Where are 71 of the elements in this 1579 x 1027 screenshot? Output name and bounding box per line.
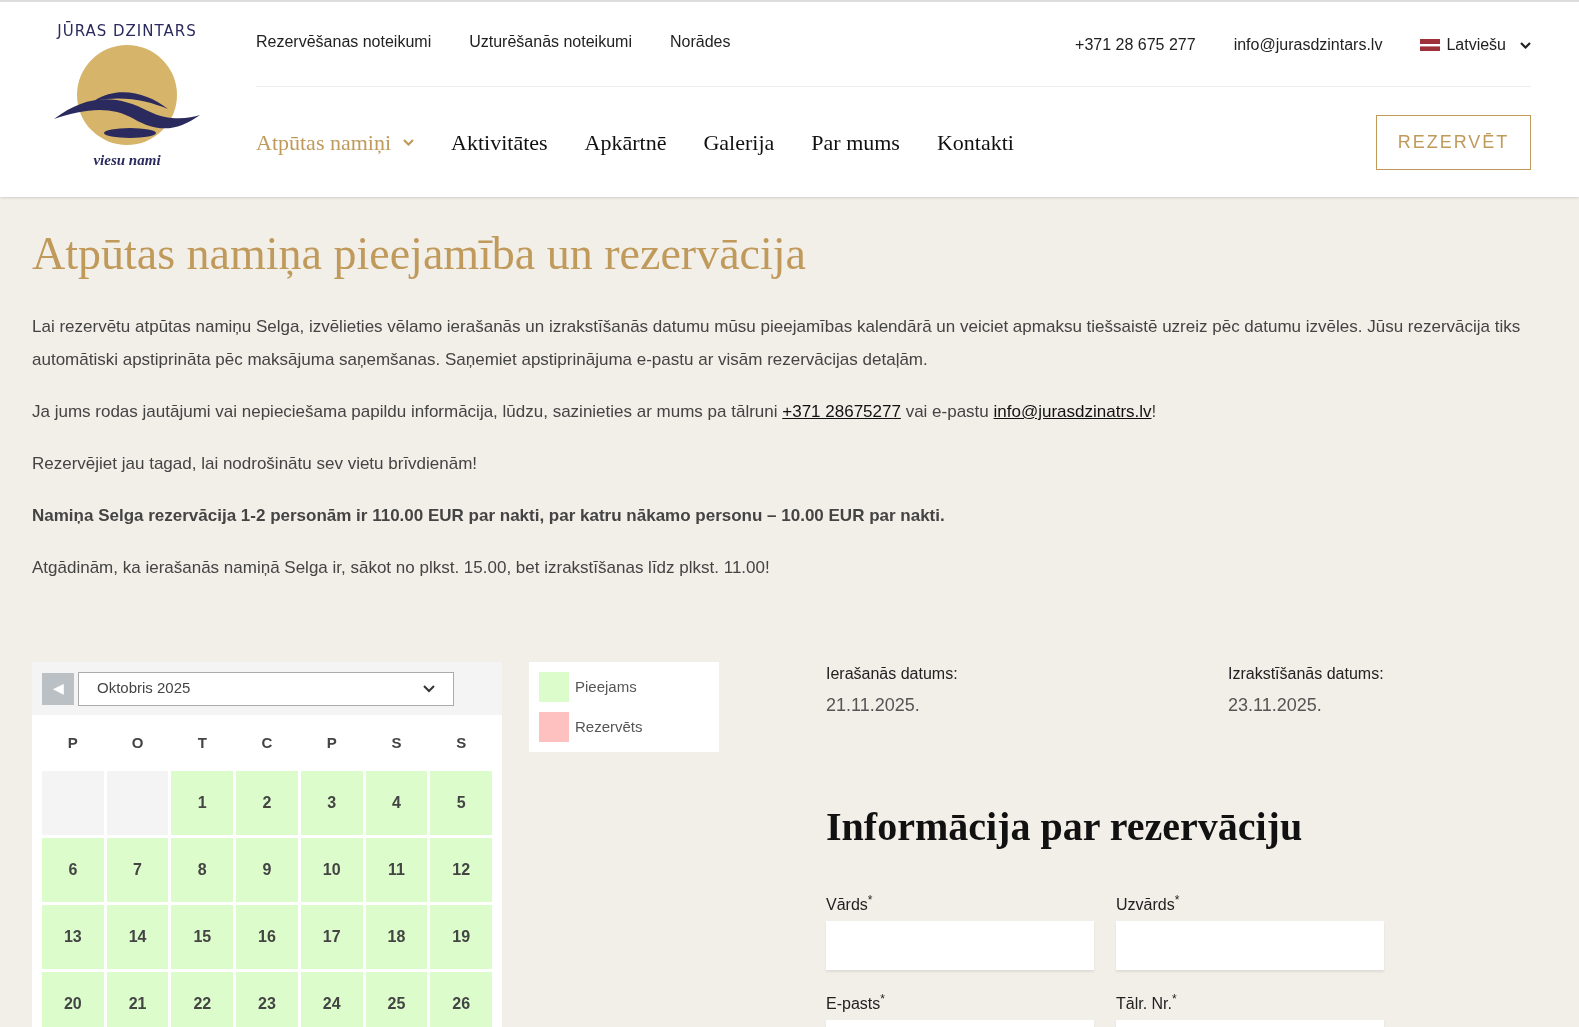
day-cell[interactable]: 22 [171, 972, 234, 1027]
link[interactable]: +371 28675277 [782, 402, 901, 421]
field-label: Uzvārds$^{*}$ [1116, 893, 1181, 915]
day-cell[interactable]: 6 [42, 838, 104, 902]
paragraph: Atgādinām, ka ierašanās namiņā Selga ir, sākot no plkst. 15.00, bet izrakstīšanas līdz plkst. 11.00! [32, 557, 771, 579]
email-link[interactable]: info@jurasdzintars.lv [1233, 33, 1383, 57]
day-cell[interactable]: 14 [106, 905, 169, 969]
day-cell[interactable]: 2 [236, 771, 298, 835]
flag-icon [1420, 39, 1441, 51]
month-select[interactable]: Oktobris 2025 [78, 671, 454, 706]
page-title: Atpūtas namiņa pieejamība un rezervācija [32, 227, 807, 281]
day-cell[interactable]: 10 [300, 838, 363, 902]
day-cell[interactable]: 7 [106, 838, 169, 902]
date-label: Izrakstīšanās datums: [1228, 664, 1385, 684]
day-cell[interactable]: 24 [300, 972, 363, 1027]
day-cell[interactable]: 18 [365, 905, 428, 969]
weekday-label: S [390, 732, 403, 753]
day-cell[interactable]: 13 [42, 905, 104, 969]
day-cell[interactable]: 5 [430, 771, 492, 835]
field-label: E-pasts$^{*}$ [826, 992, 886, 1014]
day-cell[interactable]: 20 [42, 972, 104, 1027]
link[interactable]: info@jurasdzinatrs.lv [993, 402, 1152, 421]
weekday-label: C [260, 732, 274, 753]
field-label: Tālr. Nr.$^{*}$ [1116, 992, 1178, 1014]
nav-link[interactable]: Par mums [811, 125, 900, 159]
weekday-label: P [66, 732, 79, 753]
day-cell[interactable]: 12 [430, 838, 492, 902]
text-input-field[interactable] [826, 921, 1094, 970]
logo-subtitle: viesu nami [93, 150, 161, 170]
day-cell[interactable]: 11 [365, 838, 428, 902]
day-cell[interactable]: 26 [430, 972, 492, 1027]
nav-link[interactable]: Aktivitātes [451, 125, 548, 159]
top-link[interactable]: Rezervēšanas noteikumi [256, 30, 432, 54]
language-selector[interactable]: Latviešu [1420, 33, 1531, 57]
day-cell[interactable]: 3 [300, 771, 363, 835]
day-cell[interactable]: 9 [236, 838, 298, 902]
chevron-down-icon [423, 684, 435, 693]
legend-label: Pieejams [575, 676, 637, 697]
weekday-label: O [130, 732, 145, 753]
paragraph: Rezervējiet jau tagad, lai nodrošinātu sev vietu brīvdienām! [32, 453, 479, 475]
paragraph: Namiņa Selga rezervācija 1-2 personām ir 110.00 EUR par nakti, par katru nākamo personu – 10.00 EUR par nakti. [32, 505, 946, 527]
day-cell[interactable]: 16 [236, 905, 298, 969]
date-value: 23.11.2025. [1228, 694, 1323, 717]
date-label: Ierašanās datums: [826, 664, 959, 684]
legend-label: Rezervēts [575, 716, 643, 737]
top-link[interactable]: Uzturēšanās noteikumi [469, 30, 632, 54]
chevron-down-icon [1520, 41, 1531, 49]
weekday-label: S [455, 732, 468, 753]
day-cell[interactable]: 1 [171, 771, 234, 835]
phone-link[interactable]: +371 28 675 277 [1075, 33, 1196, 57]
weekday-label: P [325, 732, 338, 753]
day-cell[interactable]: 15 [171, 905, 234, 969]
nav-link[interactable]: Kontakti [936, 125, 1014, 159]
paragraph: Ja jums rodas jautājumi vai nepieciešama papildu informācija, lūdzu, sazinieties ar mums pa tālruni +371 28675277 vai e-pastu info@jurasdzinatrs.lv! [32, 401, 1158, 423]
logo-title: JŪRAS DZINTARS [57, 20, 197, 42]
form-heading: Informācija par rezervāciju [826, 803, 1304, 851]
date-value: 21.11.2025. [826, 694, 921, 717]
nav-link[interactable]: Galerija [703, 125, 775, 159]
day-cell[interactable]: 17 [300, 905, 363, 969]
day-cell[interactable]: 23 [236, 972, 298, 1027]
day-cell[interactable]: 4 [365, 771, 428, 835]
paragraph: Lai rezervētu atpūtas namiņu Selga, izvēlieties vēlamo ierašanās un izrakstīšanās datumu mūsu pieejamības kalendārā un veiciet apmaksu tiešsaistē uzreiz pēc datumu izvēles. Jūsu rezervācija tiks automātiski apstiprināta pēc maksājuma saņemšanas. Saņemiet apstiprinājuma e-pastu ar visām rezervācijas detaļām. [32, 316, 1522, 371]
text-input-field[interactable] [1116, 921, 1384, 970]
day-cell[interactable]: 21 [106, 972, 169, 1027]
field-label: Vārds$^{*}$ [826, 893, 874, 915]
day-cell[interactable]: 25 [365, 972, 428, 1027]
day-cell[interactable]: 19 [430, 905, 492, 969]
nav-link[interactable]: Apkārtnē [584, 125, 667, 159]
weekday-label: T [196, 732, 208, 753]
day-cell[interactable]: 8 [171, 838, 234, 902]
top-link[interactable]: Norādes [669, 30, 731, 54]
